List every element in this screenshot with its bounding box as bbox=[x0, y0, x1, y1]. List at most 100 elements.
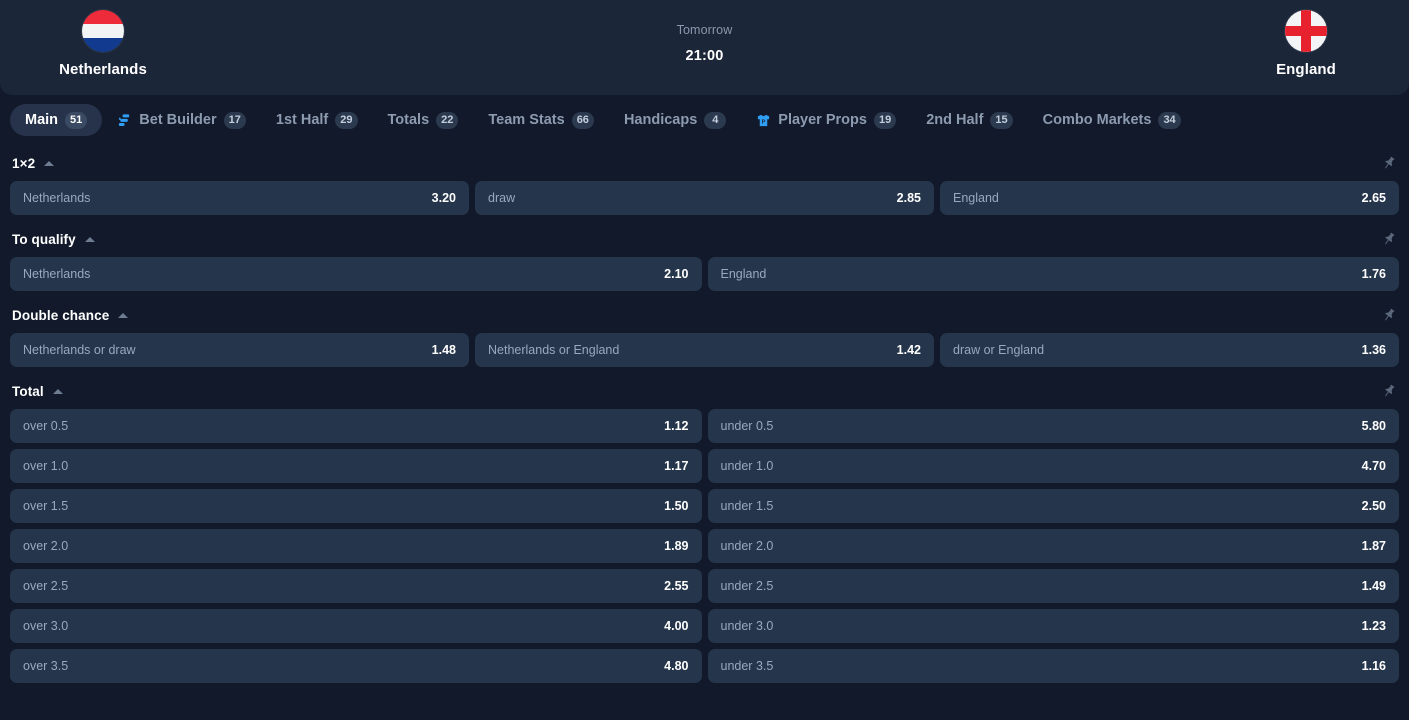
odds-button[interactable]: under 3.0 1.23 bbox=[707, 609, 1399, 643]
odds-button[interactable]: draw 2.85 bbox=[475, 181, 934, 215]
tab-1st-half[interactable]: 1st Half 29 bbox=[261, 104, 373, 136]
odds-value: 3.20 bbox=[431, 191, 456, 205]
tab-count-badge: 15 bbox=[990, 111, 1013, 129]
odds-label: Netherlands bbox=[23, 267, 91, 281]
tab-totals[interactable]: Totals 22 bbox=[373, 104, 474, 136]
market-tabs: Main 51 Bet Builder 17 1st Half 29 Totals 22 Tea… bbox=[0, 95, 1409, 145]
odds-value: 1.12 bbox=[664, 419, 689, 433]
odds-row: over 3.0 4.00 under 3.0 1.23 bbox=[0, 609, 1409, 649]
odds-button[interactable]: over 3.5 4.80 bbox=[10, 649, 702, 683]
tab-label: Handicaps bbox=[623, 112, 698, 128]
odds-button[interactable]: under 1.0 4.70 bbox=[707, 449, 1399, 483]
odds-button[interactable]: England 1.76 bbox=[707, 257, 1399, 291]
odds-button[interactable]: Netherlands 2.10 bbox=[10, 257, 702, 291]
odds-button[interactable]: Netherlands 3.20 bbox=[10, 181, 469, 215]
odds-button[interactable]: under 2.0 1.87 bbox=[707, 529, 1399, 563]
chevron-up-icon[interactable] bbox=[52, 388, 63, 394]
odds-label: under 3.5 bbox=[720, 659, 774, 673]
odds-button[interactable]: over 2.5 2.55 bbox=[10, 569, 702, 603]
tab-team-stats[interactable]: Team Stats 66 bbox=[473, 104, 609, 136]
odds-label: draw bbox=[488, 191, 516, 205]
player-props-jersey-icon: P bbox=[756, 113, 771, 128]
odds-label: under 1.0 bbox=[720, 459, 774, 473]
odds-button[interactable]: over 2.0 1.89 bbox=[10, 529, 702, 563]
markets-list: 1×2 Netherlands 3.20 draw 2.85 England 2.65 To … bbox=[0, 145, 1409, 689]
tab-2nd-half[interactable]: 2nd Half 15 bbox=[911, 104, 1027, 136]
svg-text:P: P bbox=[762, 119, 766, 125]
odds-button[interactable]: draw or England 1.36 bbox=[940, 333, 1399, 367]
odds-button[interactable]: under 3.5 1.16 bbox=[707, 649, 1399, 683]
odds-value: 4.80 bbox=[664, 659, 689, 673]
tab-bet-builder[interactable]: Bet Builder 17 bbox=[102, 104, 261, 136]
chevron-up-icon[interactable] bbox=[118, 312, 129, 318]
tab-count-badge: 29 bbox=[335, 111, 358, 129]
odds-button[interactable]: under 2.5 1.49 bbox=[707, 569, 1399, 603]
odds-label: over 2.0 bbox=[23, 539, 69, 553]
odds-value: 1.49 bbox=[1361, 579, 1386, 593]
odds-button[interactable]: over 0.5 1.12 bbox=[10, 409, 702, 443]
odds-value: 2.65 bbox=[1361, 191, 1386, 205]
odds-button[interactable]: England 2.65 bbox=[940, 181, 1399, 215]
market-section: To qualify Netherlands 2.10 England 1.76 bbox=[0, 221, 1409, 297]
away-team[interactable]: England bbox=[1221, 10, 1391, 78]
odds-button[interactable]: under 0.5 5.80 bbox=[707, 409, 1399, 443]
tab-count-badge: 22 bbox=[436, 111, 459, 129]
odds-row: over 2.0 1.89 under 2.0 1.87 bbox=[0, 529, 1409, 569]
pin-icon bbox=[1385, 308, 1395, 321]
tab-label: Team Stats bbox=[488, 112, 565, 128]
odds-button[interactable]: over 3.0 4.00 bbox=[10, 609, 702, 643]
odds-row: Netherlands or draw 1.48 Netherlands or En… bbox=[0, 333, 1409, 373]
tab-handicaps[interactable]: Handicaps 4 bbox=[609, 104, 741, 136]
odds-label: England bbox=[953, 191, 999, 205]
match-day: Tomorrow bbox=[676, 23, 733, 37]
odds-button[interactable]: Netherlands or England 1.42 bbox=[475, 333, 934, 367]
tab-player-props[interactable]: P Player Props 19 bbox=[741, 104, 911, 136]
odds-value: 4.00 bbox=[664, 619, 689, 633]
odds-label: under 0.5 bbox=[720, 419, 774, 433]
odds-value: 1.76 bbox=[1361, 267, 1386, 281]
odds-value: 1.23 bbox=[1361, 619, 1386, 633]
market-title: 1×2 bbox=[12, 155, 36, 171]
odds-value: 1.16 bbox=[1361, 659, 1386, 673]
odds-row: over 1.0 1.17 under 1.0 4.70 bbox=[0, 449, 1409, 489]
tab-label: Player Props bbox=[778, 112, 867, 128]
home-team-name: Netherlands bbox=[59, 61, 147, 78]
odds-value: 1.87 bbox=[1361, 539, 1386, 553]
pin-icon bbox=[1385, 384, 1395, 397]
netherlands-flag-icon bbox=[82, 10, 124, 52]
odds-value: 4.70 bbox=[1361, 459, 1386, 473]
odds-label: draw or England bbox=[953, 343, 1045, 357]
tab-combo-markets[interactable]: Combo Markets 34 bbox=[1028, 104, 1196, 136]
market-title: Double chance bbox=[12, 307, 110, 323]
tab-label: 2nd Half bbox=[926, 112, 984, 128]
market-section: 1×2 Netherlands 3.20 draw 2.85 England 2.65 bbox=[0, 145, 1409, 221]
odds-value: 1.48 bbox=[431, 343, 456, 357]
odds-label: under 2.0 bbox=[720, 539, 774, 553]
odds-label: over 0.5 bbox=[23, 419, 69, 433]
odds-label: over 1.5 bbox=[23, 499, 69, 513]
pin-icon bbox=[1385, 156, 1395, 169]
player-props-jersey-icon: P bbox=[758, 114, 770, 126]
odds-row: Netherlands 3.20 draw 2.85 England 2.65 bbox=[0, 181, 1409, 221]
tab-main[interactable]: Main 51 bbox=[10, 104, 103, 136]
away-team-name: England bbox=[1276, 61, 1336, 78]
odds-row: over 3.5 4.80 under 3.5 1.16 bbox=[0, 649, 1409, 689]
tab-count-badge: 19 bbox=[873, 111, 897, 129]
odds-label: over 3.0 bbox=[23, 619, 69, 633]
odds-value: 1.36 bbox=[1361, 343, 1386, 357]
home-team[interactable]: Netherlands bbox=[18, 10, 188, 78]
odds-button[interactable]: over 1.5 1.50 bbox=[10, 489, 702, 523]
tab-count-badge: 66 bbox=[571, 111, 594, 129]
odds-button[interactable]: Netherlands or draw 1.48 bbox=[10, 333, 469, 367]
match-header: Netherlands Tomorrow 21:00 England bbox=[0, 0, 1409, 95]
tab-label: Totals bbox=[387, 112, 430, 128]
odds-button[interactable]: over 1.0 1.17 bbox=[10, 449, 702, 483]
chevron-up-icon[interactable] bbox=[84, 236, 95, 242]
odds-value: 1.50 bbox=[664, 499, 689, 513]
market-section: Total over 0.5 1.12 under 0.5 5.80 over 1.0 1.… bbox=[0, 373, 1409, 689]
match-time-block: Tomorrow 21:00 bbox=[188, 10, 1221, 64]
odds-button[interactable]: under 1.5 2.50 bbox=[707, 489, 1399, 523]
tab-count-badge: 34 bbox=[1158, 111, 1181, 129]
chevron-up-icon[interactable] bbox=[44, 160, 55, 166]
odds-label: under 1.5 bbox=[720, 499, 774, 513]
